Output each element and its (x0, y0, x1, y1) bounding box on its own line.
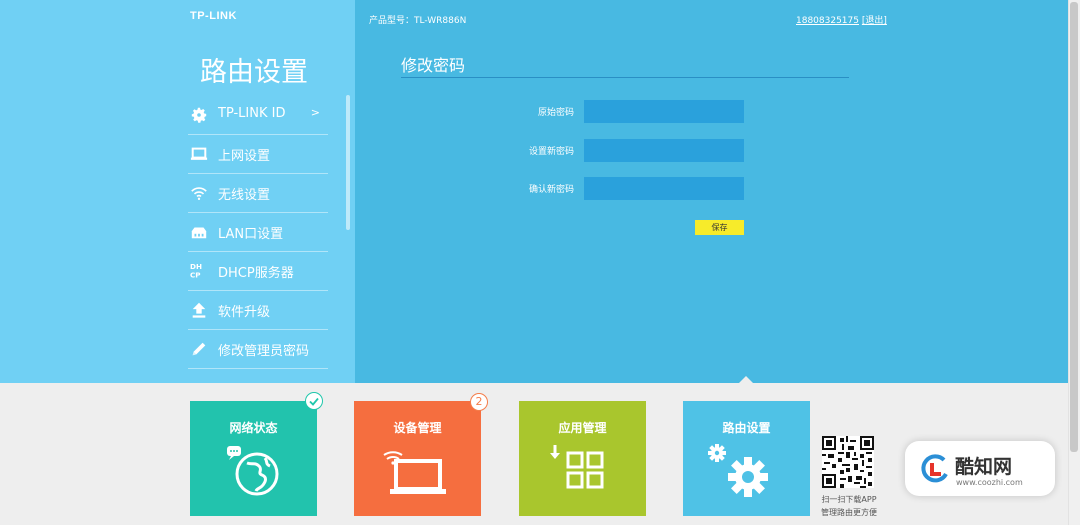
sidebar-item-label: 上网设置 (218, 149, 271, 164)
new-password-input[interactable] (584, 139, 744, 162)
qr-code (822, 436, 874, 488)
confirm-password-label: 确认新密码 (528, 185, 574, 195)
coozhi-logo-icon (921, 454, 948, 483)
check-icon (309, 397, 319, 406)
sidebar-item-upgrade[interactable]: 软件升级 (188, 291, 328, 330)
form-title: 修改密码 (401, 56, 466, 75)
tile-device-management[interactable]: 设备管理 (354, 401, 481, 516)
gear-icon (191, 107, 207, 123)
laptop-icon (190, 147, 208, 160)
sidebar-item-wireless[interactable]: 无线设置 (188, 174, 328, 213)
watermark-url: www.coozhi.com (956, 478, 1023, 487)
original-password-input[interactable] (584, 100, 744, 123)
tile-label: 路由设置 (722, 421, 771, 435)
form-divider (401, 77, 849, 78)
device-count-badge: 2 (470, 393, 488, 411)
sidebar-item-dhcp[interactable]: DH CP DHCP服务器 (188, 252, 328, 291)
sidebar-title: 路由设置 (200, 57, 308, 88)
sidebar-item-internet[interactable]: 上网设置 (188, 135, 328, 174)
active-tile-pointer (738, 376, 754, 384)
page-scrollbar-thumb[interactable] (1070, 2, 1078, 452)
user-phone-link[interactable]: 18808325175 (796, 16, 859, 26)
upgrade-arrow-icon (192, 302, 206, 318)
sidebar-item-label: 无线设置 (218, 188, 271, 203)
tile-network-status[interactable]: 网络状态 (190, 401, 317, 516)
app-promo-line1: 扫一扫下载APP (821, 495, 877, 504)
tile-label: 设备管理 (393, 421, 442, 435)
tile-app-management[interactable]: 应用管理 (519, 401, 646, 516)
apps-grid-icon (550, 445, 604, 489)
sidebar-item-lan[interactable]: LAN口设置 (188, 213, 328, 252)
chevron-right-icon: > (310, 106, 320, 119)
gears-icon (708, 444, 768, 497)
brand-logo: TP-LINK (190, 10, 237, 22)
pencil-icon (192, 342, 206, 356)
laptop-wifi-icon (383, 451, 446, 494)
status-ok-badge (305, 392, 323, 410)
globe-icon (227, 446, 279, 496)
sidebar-item-label: 软件升级 (218, 305, 271, 320)
sidebar-item-admin-password[interactable]: 修改管理员密码 (188, 330, 328, 369)
wifi-icon (191, 187, 207, 201)
app-promo-line2: 管理路由更方便 (821, 508, 877, 517)
user-account: 18808325175 [退出] (796, 13, 887, 26)
confirm-password-input[interactable] (584, 177, 744, 200)
new-password-label: 设置新密码 (528, 147, 574, 157)
watermark-name: 酷知网 (955, 456, 1013, 478)
save-button[interactable]: 保存 (695, 220, 744, 235)
original-password-label: 原始密码 (537, 108, 574, 118)
sidebar-item-label: LAN口设置 (218, 227, 284, 242)
product-model: 产品型号：TL-WR886N (369, 16, 467, 26)
sidebar-item-label: 修改管理员密码 (218, 344, 310, 359)
lan-port-icon (191, 227, 207, 239)
sidebar-item-tplink-id[interactable]: TP-LINK ID > (188, 96, 328, 135)
sidebar-item-label: TP-LINK ID (218, 106, 286, 121)
logout-link[interactable]: [退出] (862, 16, 887, 26)
sidebar-scrollbar[interactable] (346, 95, 350, 230)
tile-label: 网络状态 (229, 421, 278, 435)
tile-router-settings[interactable]: 路由设置 (683, 401, 810, 516)
dhcp-icon: DH CP (190, 262, 202, 279)
tile-label: 应用管理 (558, 421, 607, 435)
svg-text:CP: CP (190, 270, 201, 279)
sidebar-item-label: DHCP服务器 (218, 266, 294, 281)
